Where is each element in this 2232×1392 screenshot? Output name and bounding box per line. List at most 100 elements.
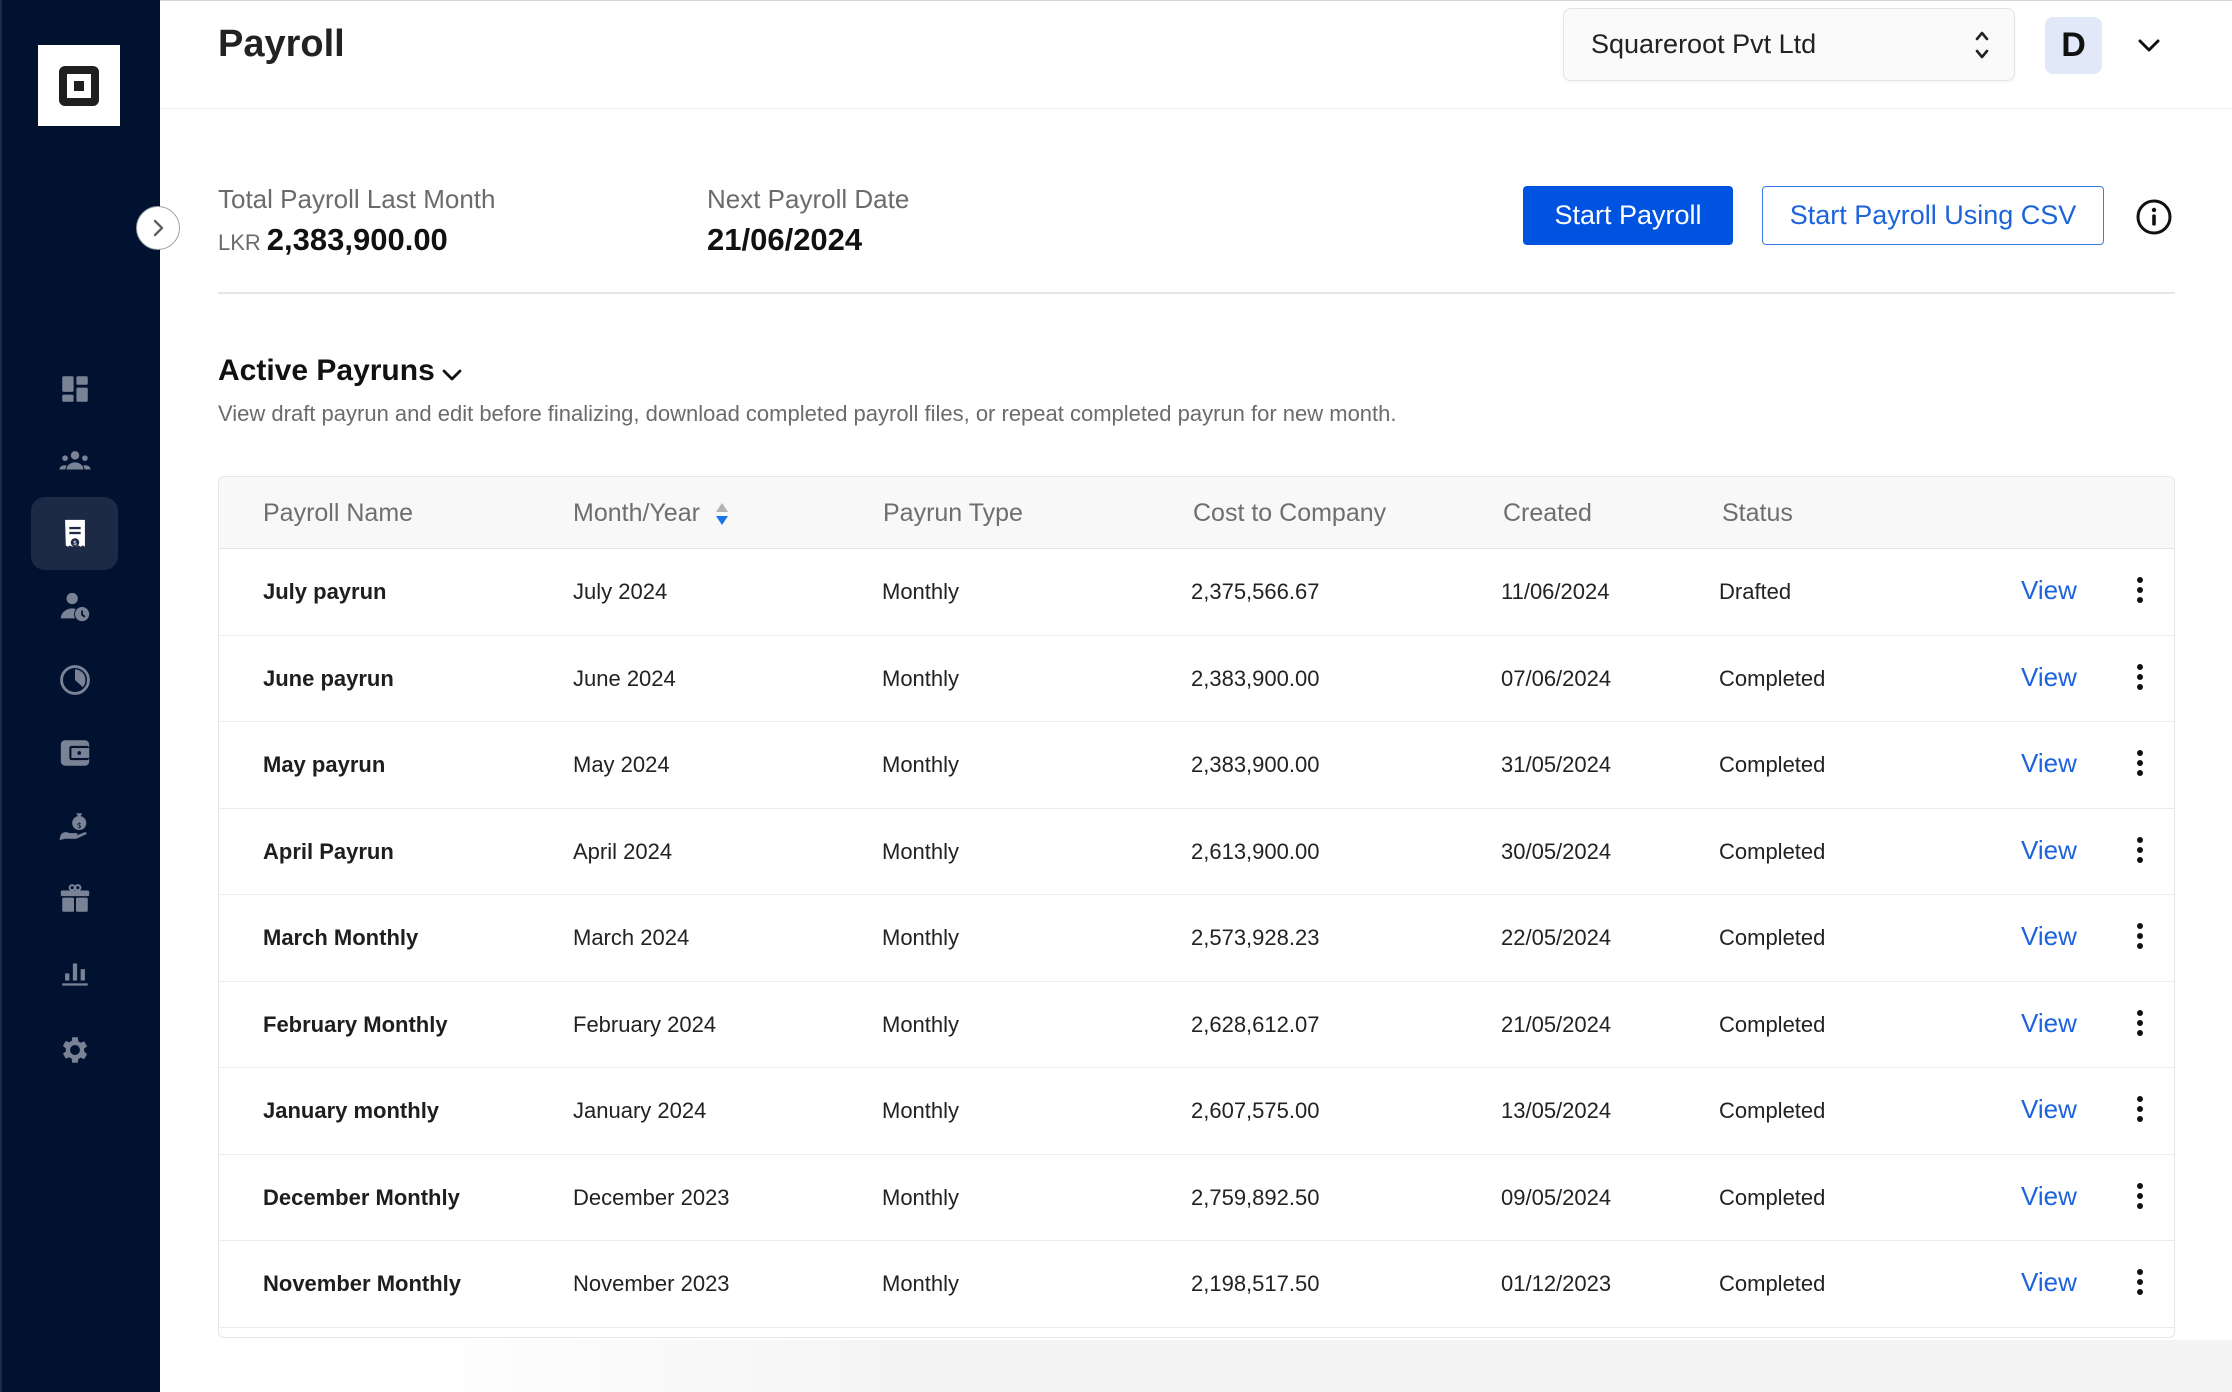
payroll-name: July payrun	[263, 579, 387, 604]
view-link[interactable]: View	[2021, 921, 2077, 952]
sidebar-item-attendance[interactable]	[31, 570, 118, 643]
table-row[interactable]: May payrun May 2024 Monthly 2,383,900.00…	[219, 722, 2174, 809]
sidebar-item-loans[interactable]: $	[31, 789, 118, 862]
cost-to-company: 2,375,566.67	[1191, 579, 1320, 604]
people-icon	[58, 450, 91, 469]
table-row[interactable]: March Monthly March 2024 Monthly 2,573,9…	[219, 895, 2174, 982]
svg-text:$: $	[72, 539, 76, 547]
dashboard-icon	[61, 375, 88, 402]
summary-divider	[218, 292, 2175, 294]
month-year: March 2024	[573, 925, 690, 950]
cost-to-company: 2,607,575.00	[1191, 1098, 1320, 1123]
next-payroll-label: Next Payroll Date	[707, 184, 910, 214]
table-row[interactable]: June payrun June 2024 Monthly 2,383,900.…	[219, 636, 2174, 722]
month-year: June 2024	[573, 665, 676, 691]
table-row[interactable]: November Monthly November 2023 Monthly 2…	[219, 1241, 2174, 1328]
more-options-icon[interactable]	[2133, 662, 2147, 692]
cost-to-company: 2,628,612.07	[1191, 1011, 1320, 1037]
view-link[interactable]: View	[2021, 835, 2077, 866]
view-link[interactable]: View	[2021, 662, 2077, 693]
sidebar-item-employees[interactable]	[31, 424, 118, 497]
more-options-icon[interactable]	[2133, 575, 2147, 605]
start-payroll-csv-button[interactable]: Start Payroll Using CSV	[1762, 186, 2104, 245]
payroll-name: December Monthly	[263, 1184, 460, 1210]
more-options-icon[interactable]	[2133, 1094, 2147, 1124]
wallet-icon	[60, 739, 89, 766]
payroll-name: February Monthly	[263, 1011, 448, 1037]
created-date: 09/05/2024	[1501, 1184, 1612, 1210]
status: Completed	[1719, 752, 1826, 777]
sidebar: $ $	[0, 0, 160, 1392]
table-row[interactable]: July payrun July 2024 Monthly 2,375,566.…	[219, 549, 2174, 636]
sidebar-item-benefits[interactable]	[31, 862, 118, 935]
company-selector[interactable]: Squareroot Pvt Ltd	[1563, 8, 2015, 81]
sidebar-item-dashboard[interactable]	[31, 352, 118, 425]
user-avatar[interactable]: D	[2045, 17, 2102, 74]
month-year: December 2023	[573, 1184, 730, 1210]
created-date: 01/12/2023	[1501, 1271, 1612, 1296]
view-link[interactable]: View	[2021, 1181, 2077, 1212]
more-options-icon[interactable]	[2133, 1181, 2147, 1211]
table-header: Payroll Name Month/Year Payrun Type Cost…	[219, 477, 2174, 549]
table-row[interactable]: December Monthly December 2023 Monthly 2…	[219, 1155, 2174, 1241]
more-options-icon[interactable]	[2133, 921, 2147, 951]
column-header-status[interactable]: Status	[1722, 499, 1793, 528]
gear-icon	[62, 1036, 87, 1063]
view-link[interactable]: View	[2021, 1094, 2077, 1125]
payrun-type: Monthly	[882, 1098, 960, 1123]
status: Drafted	[1719, 579, 1792, 604]
more-options-icon[interactable]	[2133, 1008, 2147, 1038]
section-title: Active Payruns	[218, 354, 435, 387]
table-body: July payrun July 2024 Monthly 2,375,566.…	[219, 549, 2174, 1328]
cost-to-company: 2,383,900.00	[1191, 752, 1320, 777]
sort-icon[interactable]	[714, 501, 730, 527]
next-payroll-date: 21/06/2024	[707, 222, 863, 257]
view-link[interactable]: View	[2021, 1267, 2077, 1298]
sidebar-item-payroll[interactable]: $	[31, 497, 118, 570]
table-row[interactable]: January monthly January 2024 Monthly 2,6…	[219, 1068, 2174, 1155]
payrun-type: Monthly	[882, 1184, 960, 1210]
table-row[interactable]: February Monthly February 2024 Monthly 2…	[219, 982, 2174, 1068]
page-header: Payroll Squareroot Pvt Ltd D	[160, 1, 2232, 109]
payroll-name: November Monthly	[263, 1271, 462, 1296]
month-year: February 2024	[573, 1011, 717, 1037]
month-year: November 2023	[573, 1271, 730, 1296]
company-name: Squareroot Pvt Ltd	[1591, 29, 1817, 59]
chevron-down-icon[interactable]	[2135, 31, 2163, 59]
total-payroll-label: Total Payroll Last Month	[218, 184, 496, 214]
view-link[interactable]: View	[2021, 575, 2077, 606]
column-header-month-year[interactable]: Month/Year	[573, 499, 730, 528]
bar-chart-icon	[61, 963, 88, 986]
column-header-created[interactable]: Created	[1503, 499, 1592, 528]
view-link[interactable]: View	[2021, 1008, 2077, 1039]
table-row[interactable]: April Payrun April 2024 Monthly 2,613,90…	[219, 809, 2174, 895]
column-header-payrun-type[interactable]: Payrun Type	[883, 499, 1023, 528]
square-logo[interactable]	[38, 45, 120, 126]
cost-to-company: 2,759,892.50	[1191, 1184, 1320, 1210]
active-payruns-toggle[interactable]: Active Payruns	[218, 354, 463, 388]
more-options-icon[interactable]	[2133, 748, 2147, 778]
sidebar-item-wallet[interactable]	[31, 716, 118, 789]
column-header-label: Month/Year	[573, 499, 700, 527]
created-date: 21/05/2024	[1501, 1011, 1612, 1037]
column-header-payroll-name[interactable]: Payroll Name	[263, 499, 413, 528]
created-date: 07/06/2024	[1501, 665, 1612, 691]
view-link[interactable]: View	[2021, 748, 2077, 779]
more-options-icon[interactable]	[2133, 1267, 2147, 1297]
sidebar-item-settings[interactable]	[31, 1013, 118, 1086]
created-date: 22/05/2024	[1501, 925, 1612, 950]
column-header-cost-to-company[interactable]: Cost to Company	[1193, 499, 1386, 528]
svg-text:$: $	[76, 821, 81, 830]
chevron-down-icon	[442, 369, 462, 381]
more-options-icon[interactable]	[2133, 835, 2147, 865]
info-icon[interactable]	[2135, 198, 2173, 236]
sidebar-expand-button[interactable]	[136, 206, 180, 250]
payroll-name: January monthly	[263, 1098, 440, 1123]
payrun-type: Monthly	[882, 1271, 960, 1296]
logo-icon	[59, 65, 99, 106]
sidebar-item-reports[interactable]	[31, 935, 118, 1008]
sidebar-item-time[interactable]	[31, 643, 118, 716]
created-date: 13/05/2024	[1501, 1098, 1612, 1123]
start-payroll-button[interactable]: Start Payroll	[1523, 186, 1733, 245]
up-down-chevron-icon	[1975, 31, 1989, 59]
